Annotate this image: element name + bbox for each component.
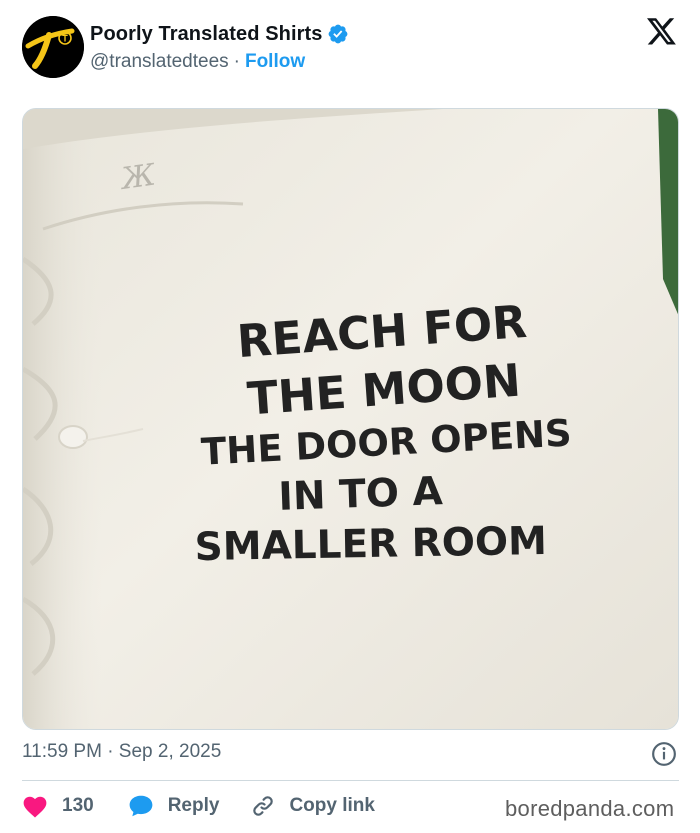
separator-dot: ·	[233, 51, 240, 72]
divider	[22, 780, 679, 781]
tweet-timestamp[interactable]: 11:59 PM · Sep 2, 2025	[22, 741, 221, 763]
like-button[interactable]: 130	[22, 794, 94, 818]
avatar[interactable]: T	[22, 16, 84, 78]
shirt-photo: Ж REACH FOR THE MOON THE DOOR OPENS IN T…	[23, 109, 678, 729]
copy-link-label: Copy link	[289, 795, 375, 816]
display-name[interactable]: Poorly Translated Shirts	[90, 23, 322, 46]
tweet-card: T Poorly Translated Shirts @translatedte…	[0, 0, 700, 833]
follow-button[interactable]: Follow	[245, 51, 305, 73]
tweet-media-photo[interactable]: Ж REACH FOR THE MOON THE DOOR OPENS IN T…	[22, 108, 679, 730]
verified-badge-icon	[329, 24, 348, 44]
author-block: Poorly Translated Shirts @translatedtees…	[90, 20, 349, 75]
reply-bubble-icon	[129, 795, 153, 817]
link-icon	[253, 796, 274, 816]
handle[interactable]: @translatedtees	[90, 51, 229, 73]
avatar-logo-icon: T	[22, 16, 84, 78]
shirt-line-5: SMALLER ROOM	[194, 519, 547, 570]
svg-text:Ж: Ж	[117, 157, 159, 197]
tweet-actions: 130 Reply Copy link	[22, 792, 375, 820]
shirt-print: REACH FOR THE MOON THE DOOR OPENS IN TO …	[194, 295, 572, 570]
watermark: boredpanda.com	[505, 796, 675, 821]
name-row: Poorly Translated Shirts	[90, 20, 349, 48]
info-icon[interactable]	[651, 741, 677, 767]
shirt-line-4: IN TO A	[278, 469, 444, 520]
copy-link-button[interactable]: Copy link	[251, 794, 375, 818]
handle-row: @translatedtees · Follow	[90, 49, 349, 75]
heart-icon	[23, 796, 47, 818]
reply-label: Reply	[167, 795, 220, 816]
x-logo-icon[interactable]	[647, 18, 677, 46]
svg-text:T: T	[62, 34, 68, 44]
like-count: 130	[62, 795, 94, 816]
reply-button[interactable]: Reply	[128, 794, 220, 818]
